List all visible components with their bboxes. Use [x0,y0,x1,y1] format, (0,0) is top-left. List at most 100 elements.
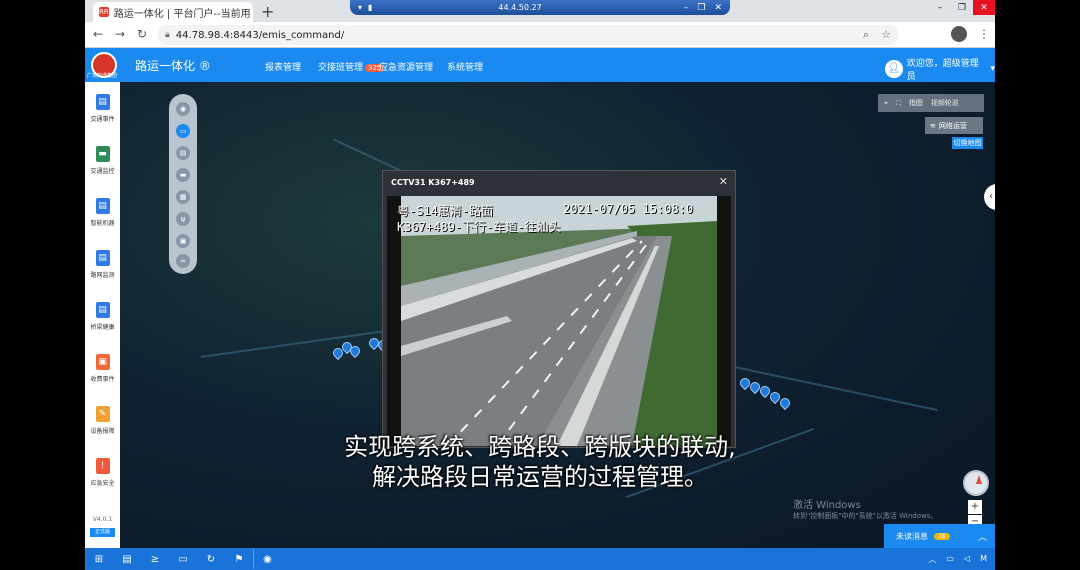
restore-icon[interactable]: ❐ [697,3,705,13]
road-status-button[interactable]: ≋ 网络运营 [925,117,983,134]
chevron-up-icon: ︿ [977,532,987,543]
document-icon: ▤ [95,250,110,266]
location-icon[interactable]: ◉ [176,102,190,116]
toll-layer-icon[interactable]: ▦ [176,190,190,204]
browser-tab[interactable]: RR 路运一体化 | 平台门户--当前用 ✕ [93,2,253,22]
sidebar-item-label: 交通事件 [90,116,115,123]
activation-title: 激活 Windows [793,500,861,511]
forward-icon[interactable]: → [115,27,125,41]
bookmark-star-icon[interactable]: ☆ [881,28,891,42]
remote-desktop-bar: ▾ ▮ 44.4.50.27 – ❐ ✕ [350,0,730,15]
ime-icon[interactable]: M [980,554,987,565]
unread-label: 未读消息 [896,531,928,541]
refresh-app-icon[interactable]: ↻ [197,549,225,569]
dialog-close-icon[interactable]: ✕ [719,175,728,188]
video-patrol-button[interactable]: 视频轮巡 [931,98,959,108]
subtitle-line-1: 实现跨系统、跨路段、跨版块的联动, [344,433,736,461]
user-greeting: 欢迎您，超级管理员 [906,59,979,82]
camera-layer-icon[interactable]: ▭ [176,124,190,138]
sidebar-item-label: 路网监测 [90,272,115,279]
vehicle-layer-icon[interactable]: ▬ [176,168,190,182]
document-icon: ▤ [95,198,110,214]
address-bar: ← → ↻ 🔒︎ 44.78.98.4:8443/emis_command/ ⌕… [85,22,995,48]
osd-direction: K367+489-下行-车道-往汕头 [397,220,561,234]
sidebar-item-traffic-monitor[interactable]: ▬ 交通监控 [85,146,120,175]
sidebar-item-bridge-health[interactable]: ▤ 桥梁健康 [85,302,120,331]
osd-timestamp: 2021-07/05 15:08:0 [563,202,694,216]
wrench-icon: ✎ [95,406,110,422]
back-icon[interactable]: ← [93,27,103,41]
account-icon[interactable] [951,26,967,42]
sign-layer-icon[interactable]: ▤ [176,146,190,160]
url-text: 44.78.98.4:8443/emis_command/ [175,29,345,41]
unread-count-badge: 28 [934,532,950,540]
document-icon: ▤ [95,94,110,110]
car-icon: ▬ [95,146,110,162]
url-field[interactable]: 🔒︎ 44.78.98.4:8443/emis_command/ ⌕ ☆ [157,25,899,45]
zoom-in-button[interactable]: + [968,500,982,514]
switch-map-button[interactable]: 切换地图 [952,137,983,149]
sidebar-item-traffic-event[interactable]: ▤ 交通事件 [85,94,120,123]
sidebar-item-road-monitor[interactable]: ▤ 路网监测 [85,250,120,279]
map-tool-label[interactable]: 指图 [909,98,923,108]
nav-shift-handover[interactable]: 交接班管理 325 [318,60,385,73]
sidebar-item-device-fault[interactable]: ✎ 设备报障 [85,406,120,435]
version-text: V4.0.1 [92,516,113,523]
cctv-video-dialog: CCTV31 K367+489 ✕ 粤-S14惠清-路面 2021-07/05 … [382,170,736,448]
browser-tab-bar: RR 路运一体化 | 平台门户--当前用 ✕ + ▾ ▮ 44.4.50.27 … [85,0,995,22]
chevron-down-icon: ▾ [990,64,995,74]
weather-layer-icon[interactable]: ≈ [176,254,190,268]
window-restore-icon[interactable]: ❐ [951,0,973,15]
volume-icon[interactable]: ◁ [964,554,970,565]
connection-app-icon[interactable]: ⚑ [225,549,253,569]
minimize-icon[interactable]: – [684,3,689,13]
collapse-panel-icon[interactable]: ‹ [984,184,995,210]
user-menu[interactable]: 👤︎ 欢迎您，超级管理员 ▾ [885,56,995,82]
nav-emergency-resources[interactable]: 应急资源管理 [379,60,433,73]
windows-activation-watermark: 激活 Windows 转到"控制面板"中的"系统"以激活 Windows。 [793,496,937,521]
reload-icon[interactable]: ↻ [137,27,147,41]
sidebar-item-label: 桥梁健康 [90,324,115,331]
tray-arrow-icon[interactable]: ︿ [928,554,936,565]
edition-badge: 正式版 [90,528,115,537]
window-close-icon[interactable]: ✕ [973,0,995,15]
new-tab-button[interactable]: + [261,2,274,21]
service-area-icon[interactable]: ψ [176,212,190,226]
logo-text: 广东交通集团 [87,73,118,79]
pin-icon[interactable]: ▾ [358,3,362,12]
sidebar-item-smart-device[interactable]: ▤ 智能机器 [85,198,120,227]
osd-location: 粤-S14惠清-路面 [397,204,494,218]
road-status-label: 网络运营 [938,121,967,130]
app-header: 广东交通集团 路运一体化 ® 报表管理 交接班管理 325 应急资源管理 系统管理… [85,48,995,82]
video-subtitle: 实现跨系统、跨路段、跨版块的联动, 解决路段日常运营的过程管理。 [0,432,1080,492]
remote-ip: 44.4.50.27 [498,3,542,12]
nav-reports[interactable]: 报表管理 [265,60,301,73]
window-controls: – ❐ ✕ [929,0,995,15]
signal-icon: ▮ [368,3,373,12]
system-tray: ︿ ▭ ◁ M [928,554,995,565]
locate-icon[interactable]: ⌖ [884,99,888,108]
truck-layer-icon[interactable]: ▣ [176,234,190,248]
close-icon[interactable]: ✕ [714,3,722,13]
powershell-icon[interactable]: ≥ [141,549,169,569]
security-icon[interactable]: 🔒︎ [165,30,170,40]
subtitle-line-2: 解决路段日常运营的过程管理。 [372,463,708,491]
file-explorer-icon[interactable]: ▭ [169,549,197,569]
start-icon[interactable]: ⊞ [85,549,113,569]
sidebar-item-label: 交通监控 [90,168,115,175]
sidebar-item-label: 收费事件 [90,376,115,383]
sidebar-item-label: 智能机器 [90,220,115,227]
window-minimize-icon[interactable]: – [929,0,951,15]
zoom-icon[interactable]: ⌕ [863,28,869,42]
menu-kebab-icon[interactable]: ⋮ [978,27,990,41]
sidebar-item-toll-event[interactable]: ▣ 收费事件 [85,354,120,383]
network-icon[interactable]: ▭ [946,554,954,565]
nav-system[interactable]: 系统管理 [447,60,483,73]
server-manager-icon[interactable]: ▤ [113,549,141,569]
chrome-icon[interactable]: ◉ [253,549,281,569]
windows-taskbar: ⊞ ▤ ≥ ▭ ↻ ⚑ ◉ ︿ ▭ ◁ M [85,548,995,570]
fullscreen-icon[interactable]: ⛶ [896,99,901,108]
wifi-icon: ≋ [930,121,936,130]
video-feed[interactable]: 粤-S14惠清-路面 2021-07/05 15:08:0 K367+489-下… [387,196,731,446]
unread-messages-panel[interactable]: 未读消息 28 ︿ [884,524,995,548]
